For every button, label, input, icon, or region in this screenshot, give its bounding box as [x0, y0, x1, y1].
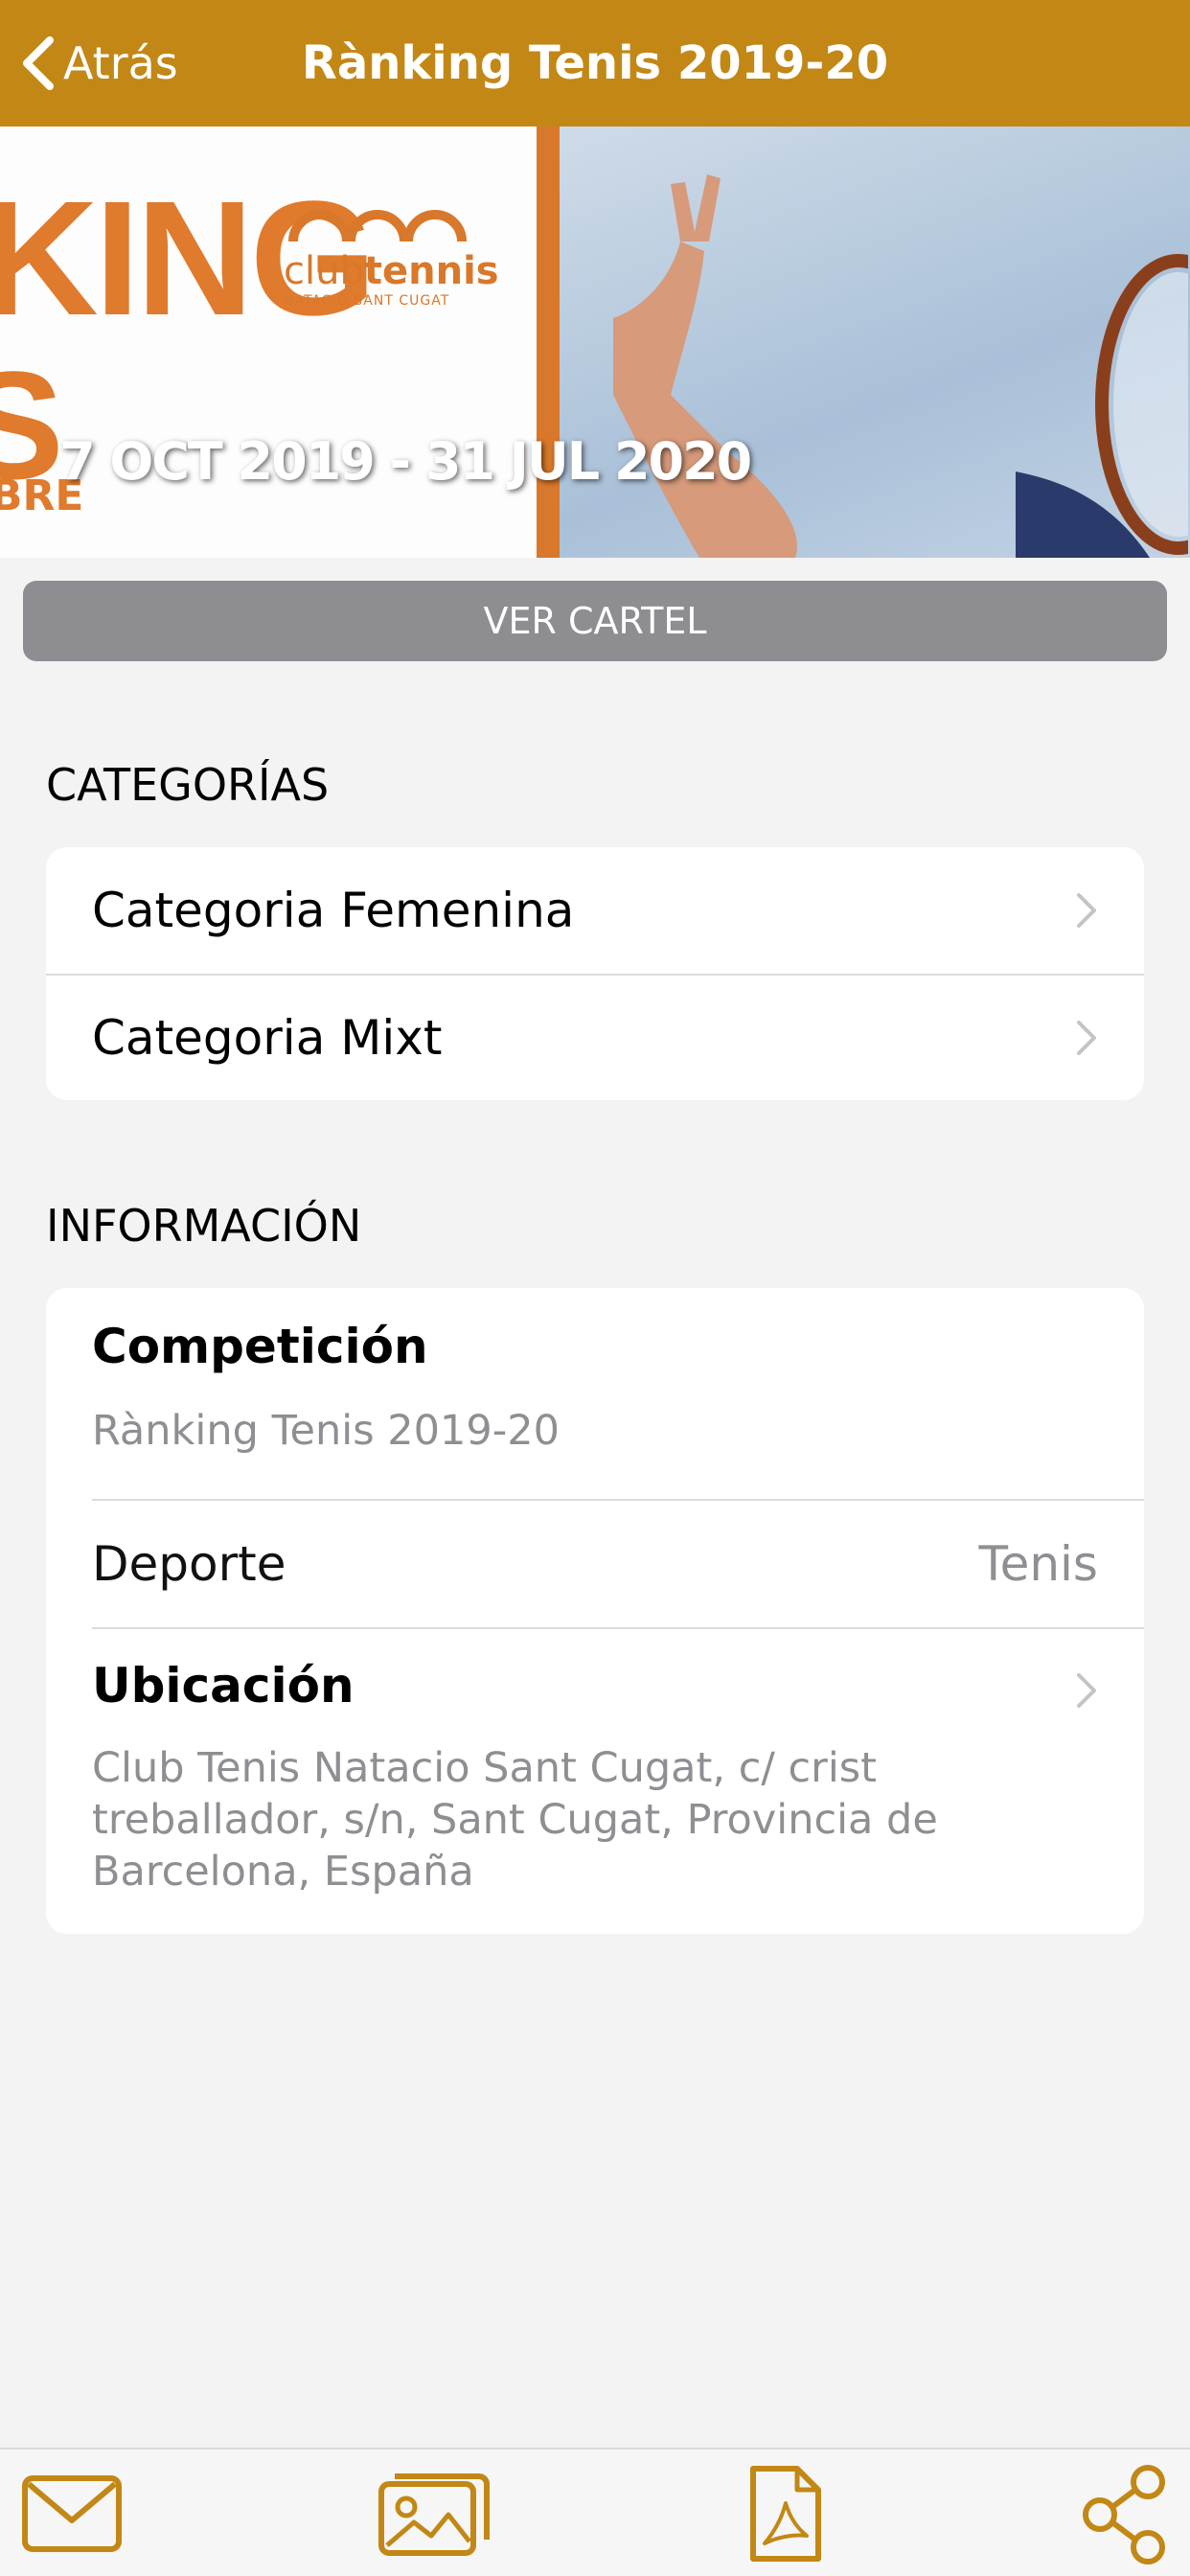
- sport-label: Deporte: [92, 1536, 286, 1592]
- competition-info: Competición Rànking Tenis 2019-20: [46, 1288, 1144, 1499]
- location-value: Club Tenis Natacio Sant Cugat, c/ crist …: [92, 1744, 938, 1896]
- tennis-player-arm-illustration: [613, 174, 1188, 558]
- sport-row: Deporte Tenis: [46, 1501, 1144, 1627]
- navigation-bar: Atrás Rànking Tenis 2019-20: [0, 0, 1190, 126]
- banner-stripe: [537, 126, 560, 558]
- competition-banner: KING S BRE clubtennis NATACIÓ SANT CUGAT…: [0, 126, 1190, 558]
- pdf-document-icon[interactable]: [747, 2463, 824, 2564]
- chevron-right-icon: [1077, 1673, 1096, 1708]
- mail-icon[interactable]: [21, 2474, 123, 2553]
- location-row[interactable]: Ubicación Club Tenis Natacio Sant Cugat,…: [46, 1629, 1144, 1898]
- club-logo-text: clubtennis: [284, 249, 499, 293]
- competition-label: Competición: [92, 1319, 428, 1374]
- category-label: Categoria Mixt: [92, 1010, 443, 1066]
- image-gallery-icon[interactable]: [378, 2467, 491, 2557]
- location-label: Ubicación: [92, 1658, 355, 1714]
- information-section-title: INFORMACIÓN: [46, 1200, 362, 1252]
- page-title: Rànking Tenis 2019-20: [301, 36, 889, 90]
- categories-card: Categoria Femenina Categoria Mixt: [46, 847, 1144, 1100]
- sport-value: Tenis: [978, 1536, 1098, 1592]
- club-logo: clubtennis NATACIÓ SANT CUGAT: [284, 184, 499, 309]
- information-card: Competición Rànking Tenis 2019-20 Deport…: [46, 1288, 1144, 1934]
- chevron-right-icon: [1077, 1021, 1096, 1055]
- categories-section-title: CATEGORÍAS: [46, 759, 330, 811]
- bottom-toolbar: [0, 2448, 1190, 2576]
- club-logo-subtext: NATACIÓ SANT CUGAT: [284, 293, 450, 309]
- banner-dates: 7 OCT 2019 - 31 JUL 2020: [59, 431, 752, 492]
- competition-value: Rànking Tenis 2019-20: [92, 1407, 560, 1455]
- category-label: Categoria Femenina: [92, 883, 575, 938]
- club-logo-mark-icon: [288, 210, 467, 242]
- category-item-femenina[interactable]: Categoria Femenina: [46, 847, 1144, 974]
- banner-left-panel: KING S BRE clubtennis NATACIÓ SANT CUGAT: [0, 126, 537, 558]
- view-poster-button[interactable]: VER CARTEL: [23, 581, 1167, 661]
- share-icon[interactable]: [1079, 2463, 1171, 2564]
- category-item-mixt[interactable]: Categoria Mixt: [46, 974, 1144, 1100]
- chevron-right-icon: [1077, 893, 1096, 928]
